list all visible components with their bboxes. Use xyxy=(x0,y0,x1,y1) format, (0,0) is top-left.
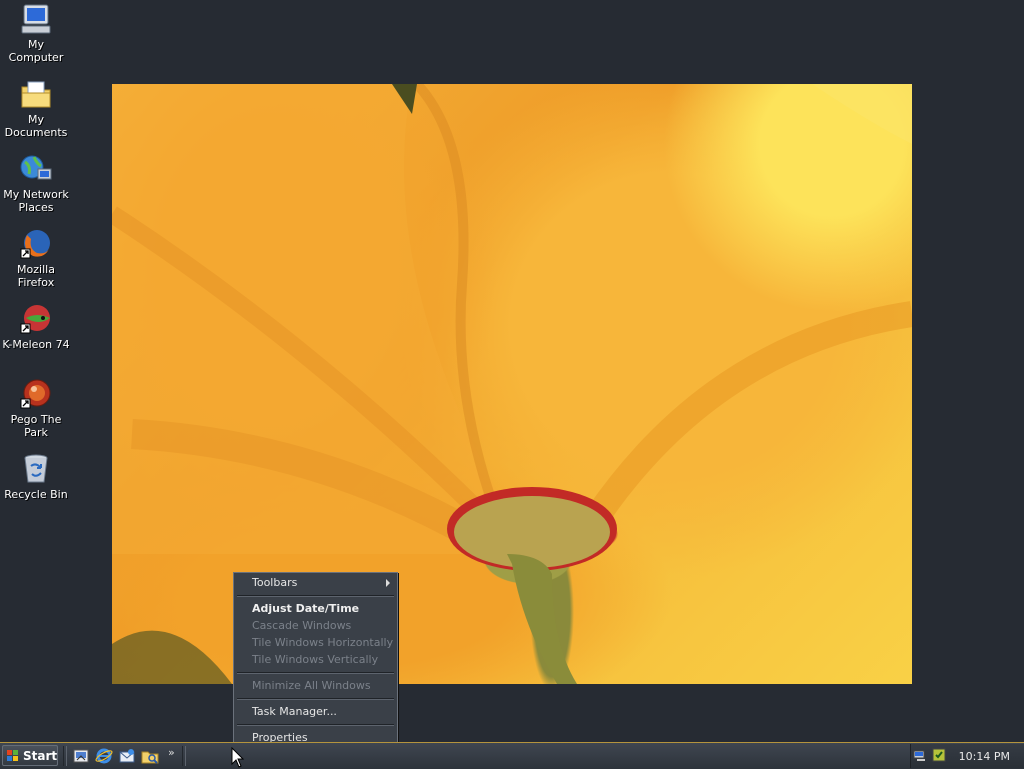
firefox-icon xyxy=(20,230,50,259)
menu-item-tile-vertically[interactable]: Tile Windows Vertically xyxy=(235,651,396,668)
desktop-icon-pego-the-park[interactable]: Pego The Park xyxy=(0,377,72,439)
my-network-places-icon xyxy=(20,155,52,180)
quick-launch-overflow-button[interactable]: » xyxy=(168,746,175,759)
menu-item-label: Tile Windows Horizontally xyxy=(252,636,394,649)
system-tray: 10:14 PM xyxy=(910,744,1024,768)
taskbar-divider xyxy=(182,746,186,766)
desktop-icon-my-documents[interactable]: My Documents xyxy=(0,77,72,139)
menu-item-label: Adjust Date/Time xyxy=(252,602,360,615)
desktop-icon-recycle-bin[interactable]: Recycle Bin xyxy=(0,452,72,501)
taskbar[interactable]: Start » 10:14 PM xyxy=(0,742,1024,769)
menu-item-label: Toolbars xyxy=(252,576,298,589)
desktop-icon-my-network-places[interactable]: My Network Places xyxy=(0,152,72,214)
desktop-icon-label: K-Meleon 74 xyxy=(2,338,70,351)
desktop-icon-label: Pego The Park xyxy=(10,413,62,439)
menu-item-label: Tile Windows Vertically xyxy=(252,653,379,666)
taskbar-context-menu: Toolbars Adjust Date/Time Cascade Window… xyxy=(233,572,398,748)
desktop-icon-my-computer[interactable]: My Computer xyxy=(0,2,72,64)
mouse-cursor-icon xyxy=(231,747,245,768)
menu-item-cascade-windows[interactable]: Cascade Windows xyxy=(235,617,396,634)
menu-item-label: Cascade Windows xyxy=(252,619,352,632)
desktop-icon-label: Mozilla Firefox xyxy=(17,263,55,289)
network-tray-icon[interactable] xyxy=(913,747,929,763)
desktop-icon-mozilla-firefox[interactable]: Mozilla Firefox xyxy=(0,227,72,289)
outlook-express-icon[interactable] xyxy=(118,747,136,765)
menu-item-label: Task Manager... xyxy=(252,705,337,718)
menu-separator xyxy=(237,672,394,674)
taskbar-clock[interactable]: 10:14 PM xyxy=(959,750,1010,763)
menu-item-toolbars[interactable]: Toolbars xyxy=(235,574,396,591)
menu-item-label: Minimize All Windows xyxy=(252,679,371,692)
menu-separator xyxy=(237,724,394,726)
k-meleon-icon xyxy=(20,305,50,334)
windows-explorer-icon[interactable] xyxy=(141,747,159,765)
desktop-wallpaper xyxy=(112,84,912,684)
windows-flag-icon xyxy=(7,750,18,761)
desktop-icon-k-meleon[interactable]: K-Meleon 74 xyxy=(0,302,72,351)
desktop-icon-label: My Computer xyxy=(8,38,64,64)
menu-item-tile-horizontally[interactable]: Tile Windows Horizontally xyxy=(235,634,396,651)
desktop-icon-label: My Network Places xyxy=(3,188,69,214)
flower-image xyxy=(112,84,912,684)
menu-item-minimize-all[interactable]: Minimize All Windows xyxy=(235,677,396,694)
submenu-arrow-icon xyxy=(386,579,390,587)
start-label: Start xyxy=(23,749,58,763)
recycle-bin-icon xyxy=(24,454,48,483)
internet-explorer-icon[interactable] xyxy=(95,747,113,765)
menu-separator xyxy=(237,698,394,700)
pego-icon xyxy=(20,379,51,409)
my-documents-icon xyxy=(21,81,51,108)
menu-separator xyxy=(237,595,394,597)
security-tray-icon[interactable] xyxy=(931,747,947,763)
desktop-icon-label: My Documents xyxy=(4,113,68,139)
menu-item-task-manager[interactable]: Task Manager... xyxy=(235,703,396,720)
desktop-icon-label: Recycle Bin xyxy=(4,488,68,501)
start-button[interactable]: Start xyxy=(2,745,58,766)
my-computer-icon xyxy=(21,4,51,34)
menu-item-adjust-date-time[interactable]: Adjust Date/Time xyxy=(235,600,396,617)
quick-launch-divider xyxy=(63,746,67,766)
show-desktop-icon[interactable] xyxy=(72,747,90,765)
